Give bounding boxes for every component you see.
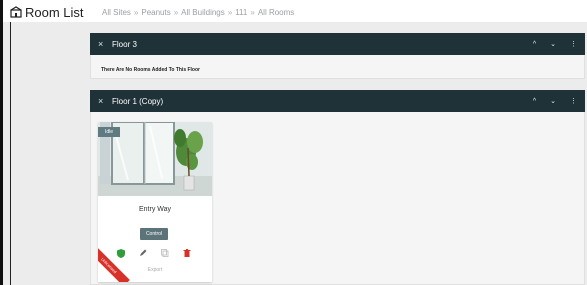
breadcrumb-separator: » [227,8,233,17]
empty-floor-message: There Are No Rooms Added To This Floor [101,67,200,73]
control-button[interactable]: Control [140,228,168,240]
chevron-down-icon[interactable]: ⌄ [550,97,556,105]
page-title-text: Room List [25,4,84,20]
status-badge: Idle [98,127,120,137]
floor-controls: ^ ⌄ ⋮ [533,90,577,112]
room-card[interactable]: Idle Entry Way Control Export Unlicensed [98,122,212,282]
trash-icon[interactable] [182,248,192,258]
sidebar-divider [10,22,11,285]
more-vertical-icon[interactable]: ⋮ [570,97,577,105]
chevron-up-icon[interactable]: ^ [533,98,536,105]
close-icon[interactable]: × [98,96,108,106]
floor-header-floor-3: × Floor 3 ^ ⌄ ⋮ [90,33,585,55]
breadcrumb-separator: » [250,8,255,17]
pencil-icon[interactable] [138,248,148,258]
room-name: Entry Way [138,206,172,213]
breadcrumb: All Sites » Peanuts » All Buildings » 11… [102,8,294,17]
floor-name: Floor 3 [112,39,137,49]
breadcrumb-all-buildings[interactable]: All Buildings [181,8,225,17]
chevron-up-icon[interactable]: ^ [533,41,536,48]
room-actions [116,248,192,258]
breadcrumb-separator: » [173,8,179,17]
building-icon [10,6,22,18]
chevron-down-icon[interactable]: ⌄ [550,40,556,48]
floor-header-floor-1-copy: × Floor 1 (Copy) ^ ⌄ ⋮ [90,90,585,112]
close-icon[interactable]: × [98,39,108,49]
shield-icon[interactable] [116,248,126,258]
floor-body-floor-3: There Are No Rooms Added To This Floor [90,55,585,79]
breadcrumb-111[interactable]: 111 [235,8,247,17]
page-title: Room List [10,4,84,20]
copy-icon[interactable] [160,248,170,258]
breadcrumb-peanuts[interactable]: Peanuts [141,8,170,17]
more-vertical-icon[interactable]: ⋮ [570,40,577,48]
breadcrumb-all-rooms[interactable]: All Rooms [258,8,294,17]
left-border [0,0,3,285]
breadcrumb-all-sites[interactable]: All Sites [102,8,131,17]
floor-controls: ^ ⌄ ⋮ [533,33,577,55]
breadcrumb-separator: » [133,8,139,17]
floor-name: Floor 1 (Copy) [112,96,164,106]
